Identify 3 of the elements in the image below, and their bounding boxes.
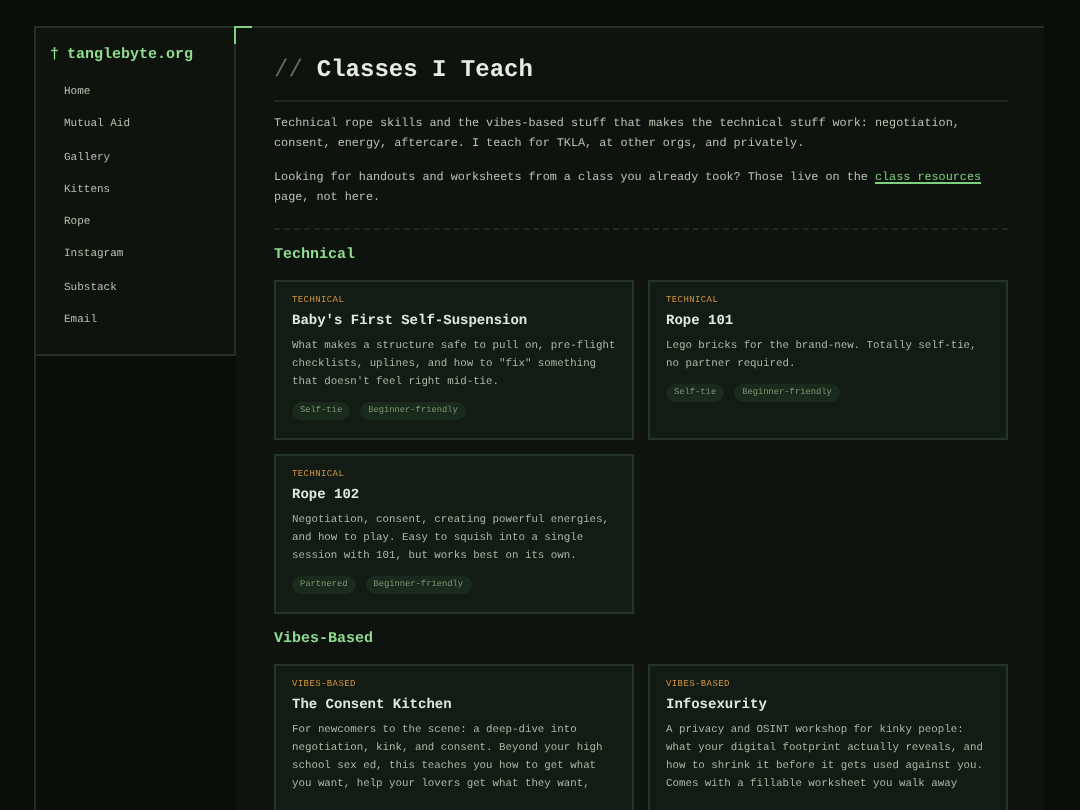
corner-accent — [234, 26, 252, 44]
page-title: Classes I Teach — [316, 56, 533, 84]
title-prefix: // — [274, 56, 303, 84]
